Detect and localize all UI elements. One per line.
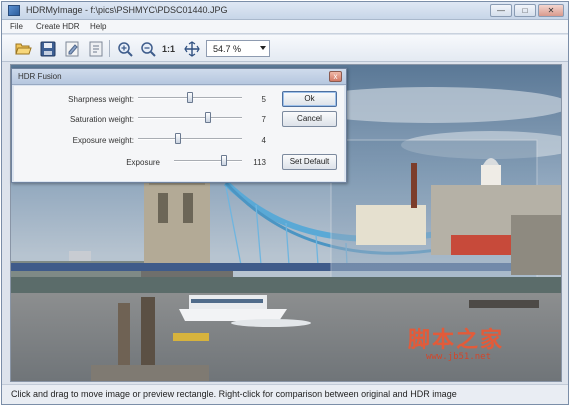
slider-thumb[interactable]	[221, 155, 227, 166]
exposure-weight-slider[interactable]	[138, 133, 242, 145]
saturation-label: Saturation weight:	[69, 115, 134, 124]
exposure-value: 113	[253, 158, 266, 167]
actual-size-button[interactable]: 1:1	[159, 39, 178, 58]
sharpness-slider[interactable]	[138, 92, 242, 104]
maximize-button[interactable]: □	[514, 4, 536, 17]
zoom-out-icon	[140, 41, 156, 57]
exposure-label: Exposure	[126, 158, 160, 167]
menu-bar: File Create HDR Help	[2, 20, 568, 34]
fit-to-window-icon	[183, 40, 200, 57]
slider-thumb[interactable]	[205, 112, 211, 123]
exposure-weight-label: Exposure weight:	[72, 136, 134, 145]
menu-help[interactable]: Help	[90, 22, 106, 31]
cancel-button[interactable]: Cancel	[282, 111, 337, 127]
dialog-title-bar[interactable]: HDR Fusion x	[12, 69, 346, 85]
open-folder-icon	[15, 43, 32, 55]
exposure-weight-value: 4	[261, 136, 266, 145]
edit-icon	[65, 41, 78, 56]
status-bar: Click and drag to move image or preview …	[2, 384, 568, 404]
window-title: HDRMyImage - f:\pics\PSHMYC\PDSC01440.JP…	[26, 5, 228, 15]
zoom-out-button[interactable]	[138, 39, 157, 58]
edit-button[interactable]	[62, 39, 81, 58]
saturation-value: 7	[261, 115, 266, 124]
menu-create-hdr[interactable]: Create HDR	[36, 22, 80, 31]
chevron-down-icon	[260, 46, 266, 50]
dialog-close-button[interactable]: x	[329, 71, 342, 82]
slider-thumb[interactable]	[175, 133, 181, 144]
slider-thumb[interactable]	[187, 92, 193, 103]
zoom-in-icon	[117, 41, 133, 57]
close-button[interactable]: ✕	[538, 4, 564, 17]
export-button[interactable]	[86, 39, 105, 58]
zoom-value: 54.7 %	[213, 44, 242, 54]
minimize-button[interactable]: —	[490, 4, 512, 17]
title-bar[interactable]: HDRMyImage - f:\pics\PSHMYC\PDSC01440.JP…	[2, 2, 568, 20]
actual-size-icon: 1:1	[161, 43, 175, 54]
fit-to-window-button[interactable]	[182, 39, 201, 58]
menu-file[interactable]: File	[10, 22, 23, 31]
open-button[interactable]	[14, 39, 33, 58]
zoom-select[interactable]: 54.7 %	[206, 40, 270, 57]
sharpness-value: 5	[261, 95, 266, 104]
slider-track	[138, 117, 242, 119]
ok-button[interactable]: Ok	[282, 91, 337, 107]
saturation-slider[interactable]	[138, 112, 242, 124]
dialog-body: Sharpness weight: 5 Saturation weight: 7…	[14, 86, 344, 181]
toolbar-separator	[109, 40, 110, 57]
sharpness-label: Sharpness weight:	[68, 95, 134, 104]
save-icon	[40, 41, 55, 56]
toolbar: 1:1 54.7 %	[2, 35, 568, 62]
dialog-title: HDR Fusion	[18, 72, 62, 81]
status-text: Click and drag to move image or preview …	[11, 389, 457, 399]
zoom-in-button[interactable]	[115, 39, 134, 58]
watermark-url: www.jb51.net	[426, 352, 492, 362]
set-default-button[interactable]: Set Default	[282, 154, 337, 170]
app-icon	[8, 5, 20, 16]
save-button[interactable]	[38, 39, 57, 58]
export-icon	[89, 41, 102, 56]
exposure-slider[interactable]	[174, 155, 242, 167]
watermark-text: 脚本之家	[408, 328, 505, 353]
slider-track	[174, 160, 242, 162]
slider-track	[138, 138, 242, 140]
hdr-fusion-dialog: HDR Fusion x Sharpness weight: 5 Saturat…	[11, 68, 347, 183]
